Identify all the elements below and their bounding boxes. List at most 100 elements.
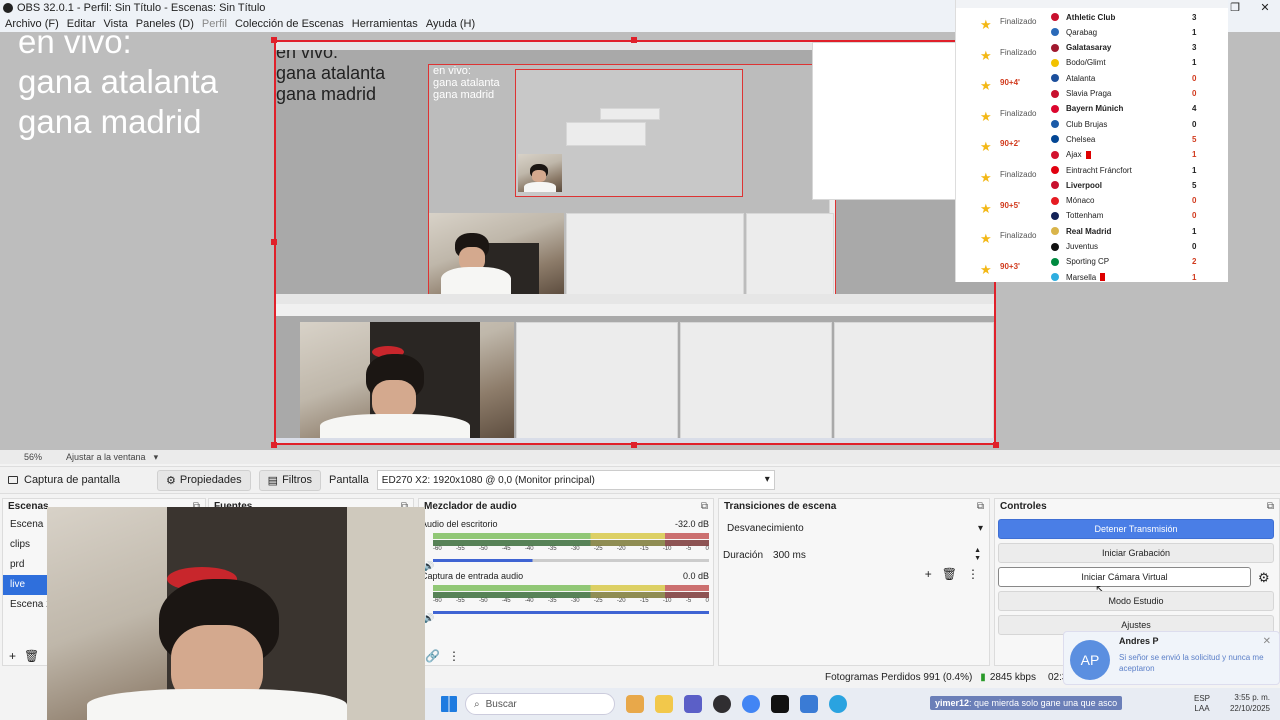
close-button[interactable]: ✕ (1250, 0, 1280, 16)
signal-icon: ▮ (980, 671, 986, 683)
team-name: Ajax (1066, 150, 1091, 159)
team-name-text: Galatasaray (1066, 43, 1112, 53)
chat-ticker: yimer12: que mierda solo gane una que as… (930, 696, 1123, 710)
menu-scene-collection[interactable]: Colección de Escenas (235, 18, 344, 30)
resize-handle-bl[interactable] (271, 442, 277, 448)
score-row[interactable]: Marsella 1 (956, 269, 1228, 282)
menu-profile[interactable]: Perfil (202, 18, 227, 30)
dock-undock-icon[interactable]: ⧉ (701, 501, 708, 513)
source-toolbar: Captura de pantalla ⚙ Propiedades ▤ Filt… (0, 466, 1280, 494)
score-row[interactable]: ★ Finalizado Eintracht Fráncfort 1 (956, 162, 1228, 186)
dock-undock-icon[interactable]: ⧉ (977, 501, 984, 513)
zoom-fit[interactable]: Ajustar a la ventana (66, 452, 146, 462)
resize-handle-bottom[interactable] (631, 442, 637, 448)
resize-handle-tl[interactable] (271, 37, 277, 43)
notification-toast[interactable]: AP Andres P Si señor se envió la solicit… (1063, 631, 1280, 685)
red-card-icon (1085, 151, 1091, 160)
score-row[interactable]: ★ 90+3' Sporting CP 2 (956, 254, 1228, 277)
language-indicator[interactable]: ESP LAA (1194, 694, 1210, 714)
score-row[interactable]: ★ Finalizado Galatasaray 3 (956, 40, 1228, 63)
team-name-text: Club Brujas (1066, 119, 1108, 129)
score-row[interactable]: ★ Finalizado Athletic Club 3 (956, 9, 1228, 33)
menu-help[interactable]: Ayuda (H) (426, 18, 475, 30)
volume-slider[interactable] (433, 611, 709, 614)
obs-icon[interactable] (713, 695, 731, 713)
score-row[interactable]: Liverpool 5 (956, 177, 1228, 193)
close-icon[interactable]: ✕ (1263, 636, 1271, 647)
tiktok-icon[interactable] (771, 695, 789, 713)
webcam-overlay (47, 507, 425, 720)
resize-handle-top[interactable] (631, 37, 637, 43)
team-crest-icon (1051, 120, 1059, 129)
add-transition-icon[interactable]: + (925, 567, 932, 581)
more-options-icon[interactable]: ⋮ (448, 649, 460, 663)
remove-transition-icon[interactable]: 🗑 (942, 567, 957, 581)
score-row[interactable]: ★ 90+2' Chelsea 5 (956, 131, 1228, 155)
track-name: Audio del escritorio (421, 519, 498, 529)
remove-scene-icon[interactable]: 🗑 (24, 649, 39, 663)
taskbar-search[interactable]: ⌕ Buscar (465, 693, 615, 715)
score-row[interactable]: Qarabag 1 (956, 24, 1228, 40)
monitor-icon (8, 476, 18, 484)
copilot-icon[interactable] (626, 695, 644, 713)
menu-docks[interactable]: Paneles (D) (136, 18, 194, 30)
nested-preview-2 (515, 69, 743, 197)
menu-tools[interactable]: Herramientas (352, 18, 418, 30)
team-crest-icon (1051, 104, 1059, 113)
chrome-icon[interactable] (742, 695, 760, 713)
telegram-icon[interactable] (829, 695, 847, 713)
folder-icon[interactable] (655, 695, 673, 713)
score-row[interactable]: Juventus 0 (956, 239, 1228, 255)
add-scene-icon[interactable]: + (9, 649, 16, 663)
link-icon[interactable]: 🔗 (425, 649, 440, 663)
team-score: 0 (1192, 119, 1197, 129)
duration-input[interactable]: 300 ms (773, 550, 806, 561)
menu-view[interactable]: Vista (104, 18, 128, 30)
score-row[interactable]: Bodo/Glimt 1 (956, 55, 1228, 71)
team-score: 5 (1192, 180, 1197, 190)
score-row[interactable]: Slavia Praga 0 (956, 86, 1228, 102)
score-row[interactable]: ★ 90+4' Atalanta 0 (956, 70, 1228, 94)
score-row[interactable]: ★ 90+5' Mónaco 0 (956, 193, 1228, 216)
photos-icon[interactable] (800, 695, 818, 713)
resize-handle-left[interactable] (271, 239, 277, 245)
menu-file[interactable]: Archivo (F) (5, 18, 59, 30)
team-crest-icon (1051, 58, 1059, 67)
score-row[interactable]: Tottenham 0 (956, 208, 1228, 224)
score-row[interactable]: Club Brujas 0 (956, 116, 1228, 132)
start-recording-button[interactable]: Iniciar Grabación (998, 543, 1274, 563)
canvas-selection-frame[interactable]: en vivo: gana atalanta gana madrid en vi… (274, 40, 996, 445)
teams-icon[interactable] (684, 695, 702, 713)
score-row[interactable]: ★ Finalizado Bayern Múnich 4 (956, 101, 1228, 124)
transition-select[interactable]: Desvanecimiento ▾ (723, 519, 987, 539)
stepper-icon[interactable]: ▲ ▼ (974, 547, 981, 563)
windows-start-icon[interactable] (441, 696, 457, 712)
studio-mode-button[interactable]: Modo Estudio (998, 591, 1274, 611)
team-name: Qarabag (1066, 28, 1097, 37)
virtual-camera-button[interactable]: Iniciar Cámara Virtual (998, 567, 1251, 587)
dock-undock-icon[interactable]: ⧉ (1267, 501, 1274, 513)
display-select[interactable]: ED270 X2: 1920x1080 @ 0,0 (Monitor princ… (376, 470, 775, 490)
volume-slider[interactable] (433, 559, 709, 562)
team-name-text: Qarabag (1066, 27, 1098, 37)
avatar: AP (1070, 640, 1110, 680)
score-row[interactable]: Ajax 1 (956, 147, 1228, 163)
team-name-text: Liverpool (1066, 180, 1103, 190)
filters-button[interactable]: ▤ Filtros (258, 469, 322, 491)
score-row[interactable]: ★ Finalizado Real Madrid 1 (956, 223, 1228, 247)
menu-edit[interactable]: Editar (67, 18, 96, 30)
zoom-level[interactable]: 56% (24, 452, 42, 462)
stop-stream-button[interactable]: Detener Transmisión (998, 519, 1274, 539)
team-score: 0 (1192, 73, 1197, 83)
team-score: 5 (1192, 134, 1197, 144)
chevron-down-icon[interactable]: ▾ (154, 452, 159, 463)
more-options-icon[interactable]: ⋮ (967, 567, 979, 581)
resize-handle-br[interactable] (993, 442, 999, 448)
mixer-track-desktop: Audio del escritorio -32.0 dB -60 -55 -50-… (421, 519, 709, 571)
gear-icon[interactable]: ⚙ (1258, 570, 1270, 586)
team-name-text: Marsella (1066, 272, 1097, 282)
team-name-text: Atalanta (1066, 73, 1096, 83)
properties-button[interactable]: ⚙ Propiedades (157, 469, 251, 491)
system-clock[interactable]: 3:55 p. m. 22/10/2025 (1230, 692, 1270, 714)
duration-label: Duración (723, 549, 764, 561)
